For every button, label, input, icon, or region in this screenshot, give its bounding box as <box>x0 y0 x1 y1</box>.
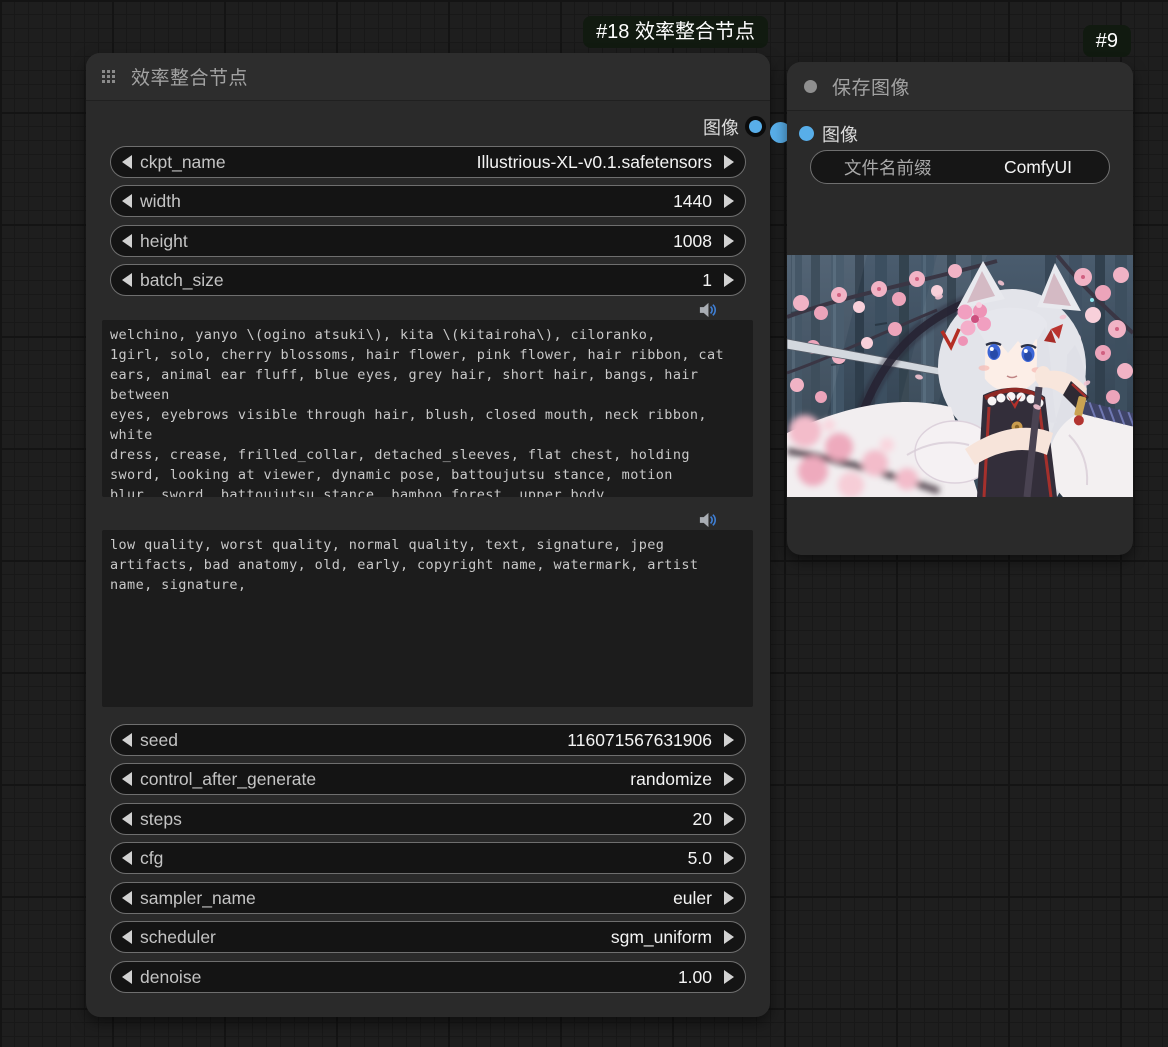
increment-arrow-icon[interactable] <box>724 772 734 786</box>
save-image-node-header[interactable]: 保存图像 <box>787 62 1133 111</box>
save-image-node[interactable]: 保存图像 图像 文件名前缀 ComfyUI <box>787 62 1133 555</box>
widget-label: seed <box>140 730 178 751</box>
increment-arrow-icon[interactable] <box>724 970 734 984</box>
grid-handle-icon[interactable] <box>102 70 116 84</box>
widget-label: denoise <box>140 967 201 988</box>
negative-prompt-textarea[interactable]: low quality, worst quality, normal quali… <box>102 530 753 707</box>
widget-value: 1008 <box>673 231 712 252</box>
widget-value: 1 <box>702 270 712 291</box>
speaker-icon[interactable] <box>698 302 717 318</box>
positive-prompt-textarea[interactable]: welchino, yanyo \(ogino atsuki\), kita \… <box>102 320 753 497</box>
widget-ckpt-name[interactable]: ckpt_name Illustrious-XL-v0.1.safetensor… <box>110 146 746 178</box>
decrement-arrow-icon[interactable] <box>122 891 132 905</box>
image-input-port[interactable] <box>799 126 814 141</box>
widget-value: ComfyUI <box>1004 157 1072 178</box>
widget-value: sgm_uniform <box>611 927 712 948</box>
increment-arrow-icon[interactable] <box>724 234 734 248</box>
increment-arrow-icon[interactable] <box>724 194 734 208</box>
widget-batch-size[interactable]: batch_size 1 <box>110 264 746 296</box>
increment-arrow-icon[interactable] <box>724 733 734 747</box>
widget-seed[interactable]: seed 116071567631906 <box>110 724 746 756</box>
increment-arrow-icon[interactable] <box>724 891 734 905</box>
widget-scheduler[interactable]: scheduler sgm_uniform <box>110 921 746 953</box>
widget-label: height <box>140 231 188 252</box>
widget-value: 5.0 <box>688 848 712 869</box>
widget-value: euler <box>673 888 712 909</box>
widget-height[interactable]: height 1008 <box>110 225 746 257</box>
widget-denoise[interactable]: denoise 1.00 <box>110 961 746 993</box>
widget-label: ckpt_name <box>140 152 226 173</box>
increment-arrow-icon[interactable] <box>724 812 734 826</box>
node-badge-9: #9 <box>1083 25 1131 57</box>
efficiency-node[interactable]: 效率整合节点 图像 ckpt_name Illustrious-XL-v0.1.… <box>86 53 770 1017</box>
widget-width[interactable]: width 1440 <box>110 185 746 217</box>
image-output-port[interactable] <box>749 120 762 133</box>
increment-arrow-icon[interactable] <box>724 930 734 944</box>
preview-image <box>787 255 1133 497</box>
widget-label: sampler_name <box>140 888 256 909</box>
increment-arrow-icon[interactable] <box>724 155 734 169</box>
widget-steps[interactable]: steps 20 <box>110 803 746 835</box>
widget-value: randomize <box>630 769 712 790</box>
decrement-arrow-icon[interactable] <box>122 812 132 826</box>
speaker-icon[interactable] <box>698 512 717 528</box>
decrement-arrow-icon[interactable] <box>122 733 132 747</box>
widget-label: batch_size <box>140 270 224 291</box>
widget-control-after-generate[interactable]: control_after_generate randomize <box>110 763 746 795</box>
widget-label: cfg <box>140 848 163 869</box>
increment-arrow-icon[interactable] <box>724 851 734 865</box>
widget-filename-prefix[interactable]: 文件名前缀 ComfyUI <box>810 150 1110 184</box>
widget-label: width <box>140 191 181 212</box>
image-input-label: 图像 <box>822 121 858 147</box>
widget-value: 1440 <box>673 191 712 212</box>
node-badge-18: #18 效率整合节点 <box>583 16 768 48</box>
widget-label: control_after_generate <box>140 769 316 790</box>
decrement-arrow-icon[interactable] <box>122 155 132 169</box>
collapse-dot-icon[interactable] <box>804 80 817 93</box>
decrement-arrow-icon[interactable] <box>122 772 132 786</box>
increment-arrow-icon[interactable] <box>724 273 734 287</box>
decrement-arrow-icon[interactable] <box>122 194 132 208</box>
decrement-arrow-icon[interactable] <box>122 234 132 248</box>
widget-label: steps <box>140 809 182 830</box>
widget-cfg[interactable]: cfg 5.0 <box>110 842 746 874</box>
widget-sampler-name[interactable]: sampler_name euler <box>110 882 746 914</box>
decrement-arrow-icon[interactable] <box>122 970 132 984</box>
efficiency-node-header[interactable]: 效率整合节点 <box>86 53 770 101</box>
node-title: 保存图像 <box>832 73 910 100</box>
widget-label: 文件名前缀 <box>844 155 932 180</box>
widget-value: 116071567631906 <box>567 730 712 751</box>
widget-label: scheduler <box>140 927 216 948</box>
widget-value: 20 <box>693 809 712 830</box>
decrement-arrow-icon[interactable] <box>122 851 132 865</box>
widget-value: Illustrious-XL-v0.1.safetensors <box>477 152 712 173</box>
node-graph-canvas[interactable]: #18 效率整合节点 #9 效率整合节点 图像 ckpt_name Illust… <box>0 0 1168 1047</box>
widget-value: 1.00 <box>678 967 712 988</box>
node-title: 效率整合节点 <box>131 63 248 90</box>
image-output-label: 图像 <box>703 114 739 140</box>
decrement-arrow-icon[interactable] <box>122 273 132 287</box>
decrement-arrow-icon[interactable] <box>122 930 132 944</box>
